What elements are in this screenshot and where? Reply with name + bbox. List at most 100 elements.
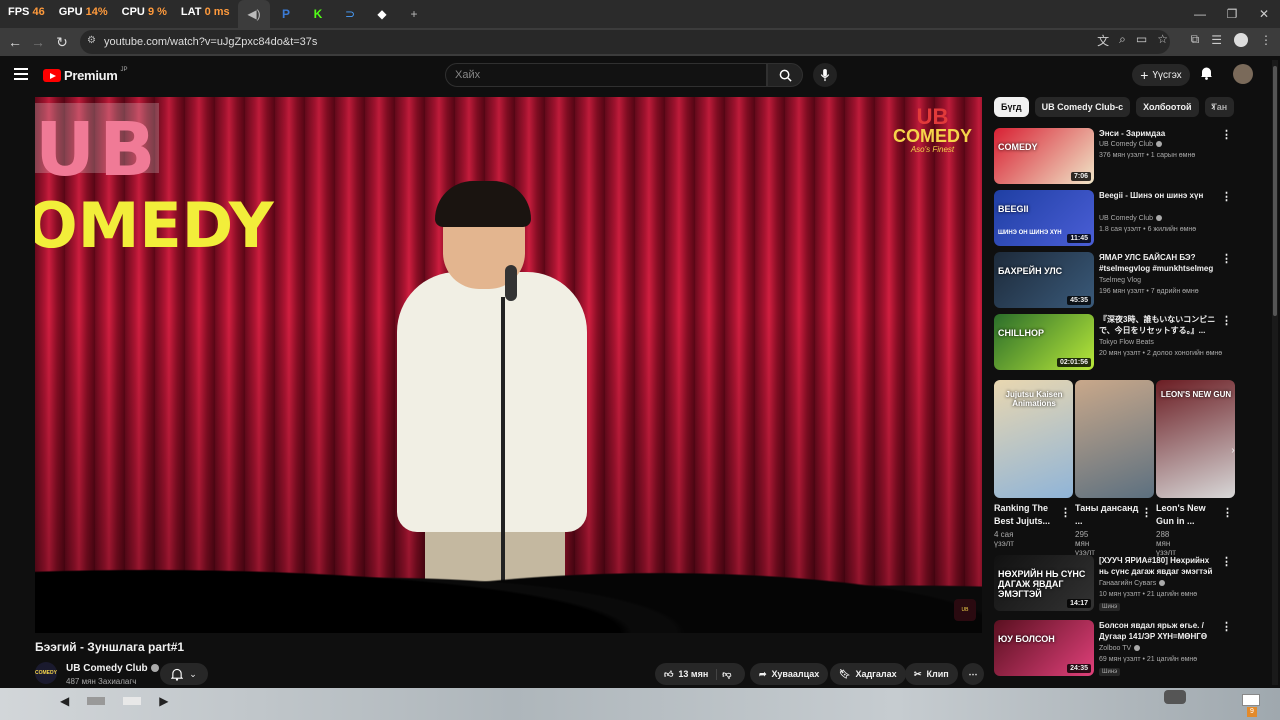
search-button[interactable] — [767, 63, 803, 87]
more-vertical-icon[interactable]: ⋮ — [1221, 190, 1232, 203]
more-vertical-icon[interactable]: ⋮ — [1060, 506, 1071, 519]
tab-kick[interactable]: K — [302, 0, 334, 28]
search-input[interactable]: Хайх — [445, 63, 767, 87]
recommendation-item[interactable]: CHILLHOP 02:01:56 『深夜3時、誰もいないコンビニで、今日をリセ… — [994, 314, 1240, 372]
recommendation-item[interactable]: BEEGII ШИНЭ ОН ШИНЭ ХҮН 11:45 Beegii - Ш… — [994, 190, 1240, 248]
recommendation-title[interactable]: [ХУУЧ ЯРИА#180] Нөхрийнх нь сүнс дагаж я… — [1099, 555, 1221, 577]
recommendation-title[interactable]: Beegii - Шинэ он шинэ хүн — [1099, 190, 1221, 201]
video-player[interactable]: UB OMEDY UB COMEDY Aso's Finest UB — [35, 97, 982, 633]
recommendation-title[interactable]: Болсон явдал ярьж өгье. / Дугаар 141/ЭР … — [1099, 620, 1221, 642]
tab-refresh-site[interactable]: ⊃ — [334, 0, 366, 28]
video-duration: 02:01:56 — [1056, 358, 1091, 367]
voice-search-button[interactable] — [813, 63, 837, 87]
recommendation-channel[interactable]: Ганаагийн Сувагs — [1099, 580, 1166, 587]
latency-readout: LAT 0 ms — [180, 6, 230, 18]
recommendation-channel[interactable]: Tselmeg Vlog — [1099, 277, 1141, 284]
chat-app-icon[interactable] — [1164, 690, 1186, 704]
new-tab-button[interactable]: + — [398, 0, 430, 28]
subscribed-notification-button[interactable]: ⌄ — [160, 663, 208, 685]
video-thumbnail[interactable]: BEEGII ШИНЭ ОН ШИНЭ ХҮН 11:45 — [994, 190, 1094, 246]
channel-name[interactable]: UB Comedy Club — [66, 663, 159, 674]
recommendation-channel[interactable]: UB Comedy Club — [1099, 215, 1163, 222]
short-title[interactable]: Таны дансанд ... — [1075, 502, 1139, 528]
shorts-next-button[interactable]: › — [1226, 443, 1240, 457]
recommendation-title[interactable]: Энси - Заримдаа — [1099, 128, 1221, 139]
video-thumbnail[interactable]: НӨХРИЙН НЬ СҮНС ДАГАЖ ЯВДАГ ЭМЭГТЭЙ 14:1… — [994, 555, 1094, 611]
recommendation-item[interactable]: COMEDY 7:06 Энси - Заримдаа UB Comedy Cl… — [994, 128, 1240, 186]
tab-diamond-site[interactable]: ◆ — [366, 0, 398, 28]
hamburger-menu-icon[interactable] — [14, 68, 28, 83]
forward-button[interactable]: → — [26, 30, 50, 54]
translate-icon[interactable]: 文 — [1097, 32, 1109, 49]
more-vertical-icon[interactable]: ⋮ — [1221, 620, 1232, 633]
channel-avatar[interactable]: COMEDY — [35, 662, 57, 684]
short-thumbnail[interactable]: Jujutsu Kaisen Animations — [994, 380, 1073, 498]
zoom-icon[interactable]: ⌕ — [1119, 32, 1126, 49]
diamond-icon: ◆ — [377, 7, 387, 21]
restore-button[interactable]: ❐ — [1216, 0, 1248, 28]
clip-button[interactable]: ✂ Клип — [905, 663, 958, 685]
recommendation-channel[interactable]: Zolboo TV — [1099, 645, 1141, 652]
chip-ub-comedy[interactable]: UB Comedy Club-с — [1034, 97, 1131, 117]
short-thumbnail[interactable] — [1075, 380, 1154, 498]
dislike-button[interactable]: 👎︎ — [722, 669, 731, 680]
like-button[interactable]: 👍︎ 13 мян — [664, 668, 718, 680]
address-bar[interactable]: ⚙ youtube.com/watch?v=uJgZpxc84do&t=37s — [80, 30, 1170, 54]
mail-icon[interactable] — [1242, 694, 1260, 706]
more-vertical-icon[interactable]: ⋮ — [1221, 252, 1232, 265]
short-thumbnail[interactable]: LEON'S NEW GUN — [1156, 380, 1235, 498]
next-icon[interactable]: ▶ — [159, 694, 168, 708]
extensions-puzzle-icon[interactable]: ⧉ — [1191, 32, 1200, 47]
short-title[interactable]: Leon's New Gun in ... — [1156, 502, 1220, 528]
more-vertical-icon[interactable]: ⋮ — [1221, 314, 1232, 327]
account-avatar[interactable] — [1233, 64, 1253, 84]
save-button[interactable]: 🔖︎ Хадгалах — [830, 663, 906, 685]
short-title[interactable]: Ranking The Best Jujuts... — [994, 502, 1058, 528]
youtube-premium-logo[interactable]: Premium JP — [43, 67, 128, 83]
chips-next-button[interactable]: › — [1211, 101, 1215, 113]
media-control-icon[interactable]: ☰ — [1211, 33, 1222, 47]
site-info-icon[interactable]: ⚙ — [87, 35, 96, 46]
more-vertical-icon[interactable]: ⋮ — [1221, 555, 1232, 568]
recommendation-title[interactable]: 『深夜3時、誰もいないコンビニで、今日をリセットする。』... — [1099, 314, 1221, 336]
more-actions-button[interactable]: ⋯ — [962, 663, 984, 685]
recommendation-item[interactable]: ЮУ БОЛСОН 24:35 Болсон явдал ярьж өгье. … — [994, 620, 1240, 678]
recommendation-channel-name: Zolboo TV — [1099, 645, 1132, 652]
video-title: Бээгий - Зуншлага part#1 — [35, 640, 185, 654]
video-thumbnail[interactable]: CHILLHOP 02:01:56 — [994, 314, 1094, 370]
back-button[interactable]: ← — [3, 30, 27, 54]
chip-partial[interactable]: Тан — [1204, 97, 1235, 117]
video-thumbnail[interactable]: COMEDY 7:06 — [994, 128, 1094, 184]
more-vertical-icon[interactable]: ⋮ — [1222, 506, 1233, 519]
video-duration: 45:35 — [1067, 296, 1091, 305]
close-window-button[interactable]: ✕ — [1248, 0, 1280, 28]
share-button[interactable]: ➦ Хуваалцах — [750, 663, 829, 685]
recommendation-channel-name: Ганаагийн Сувагs — [1099, 580, 1157, 587]
video-thumbnail[interactable]: ЮУ БОЛСОН 24:35 — [994, 620, 1094, 676]
tab-active-audio[interactable]: ◀) — [238, 0, 270, 28]
more-vertical-icon[interactable]: ⋮ — [1141, 506, 1152, 519]
cast-icon[interactable]: ▭ — [1136, 32, 1147, 49]
browser-menu-icon[interactable]: ⋮ — [1260, 33, 1272, 47]
previous-icon[interactable]: ◀ — [60, 694, 69, 708]
minimize-button[interactable]: — — [1184, 0, 1216, 28]
notifications-button[interactable] — [1200, 66, 1213, 85]
chip-related[interactable]: Холбоотой — [1136, 97, 1199, 117]
profile-avatar[interactable] — [1234, 32, 1248, 47]
create-button[interactable]: + Үүсгэх — [1132, 64, 1190, 86]
thumbnail-text: БАХРЕЙН УЛС — [998, 266, 1063, 276]
tab-paypal[interactable]: P — [270, 0, 302, 28]
more-vertical-icon[interactable]: ⋮ — [1221, 128, 1232, 141]
gpu-readout: GPU 14% — [58, 6, 108, 18]
recommendation-channel[interactable]: Tokyo Flow Beats — [1099, 339, 1154, 346]
recommendation-item[interactable]: НӨХРИЙН НЬ СҮНС ДАГАЖ ЯВДАГ ЭМЭГТЭЙ 14:1… — [994, 555, 1240, 613]
recommendation-item[interactable]: БАХРЕЙН УЛС 45:35 ЯМАР УЛС БАЙСАН БЭ? #t… — [994, 252, 1240, 310]
recommendation-title[interactable]: ЯМАР УЛС БАЙСАН БЭ? #tselmegvlog #munkht… — [1099, 252, 1221, 274]
scrollbar-thumb[interactable] — [1273, 66, 1277, 316]
reload-button[interactable]: ↻ — [50, 30, 74, 54]
video-thumbnail[interactable]: БАХРЕЙН УЛС 45:35 — [994, 252, 1094, 308]
bookmark-star-icon[interactable]: ☆ — [1157, 32, 1168, 49]
chip-all[interactable]: Бүгд — [994, 97, 1029, 117]
mail-badge: 9 — [1247, 707, 1257, 717]
recommendation-channel[interactable]: UB Comedy Club — [1099, 141, 1163, 148]
